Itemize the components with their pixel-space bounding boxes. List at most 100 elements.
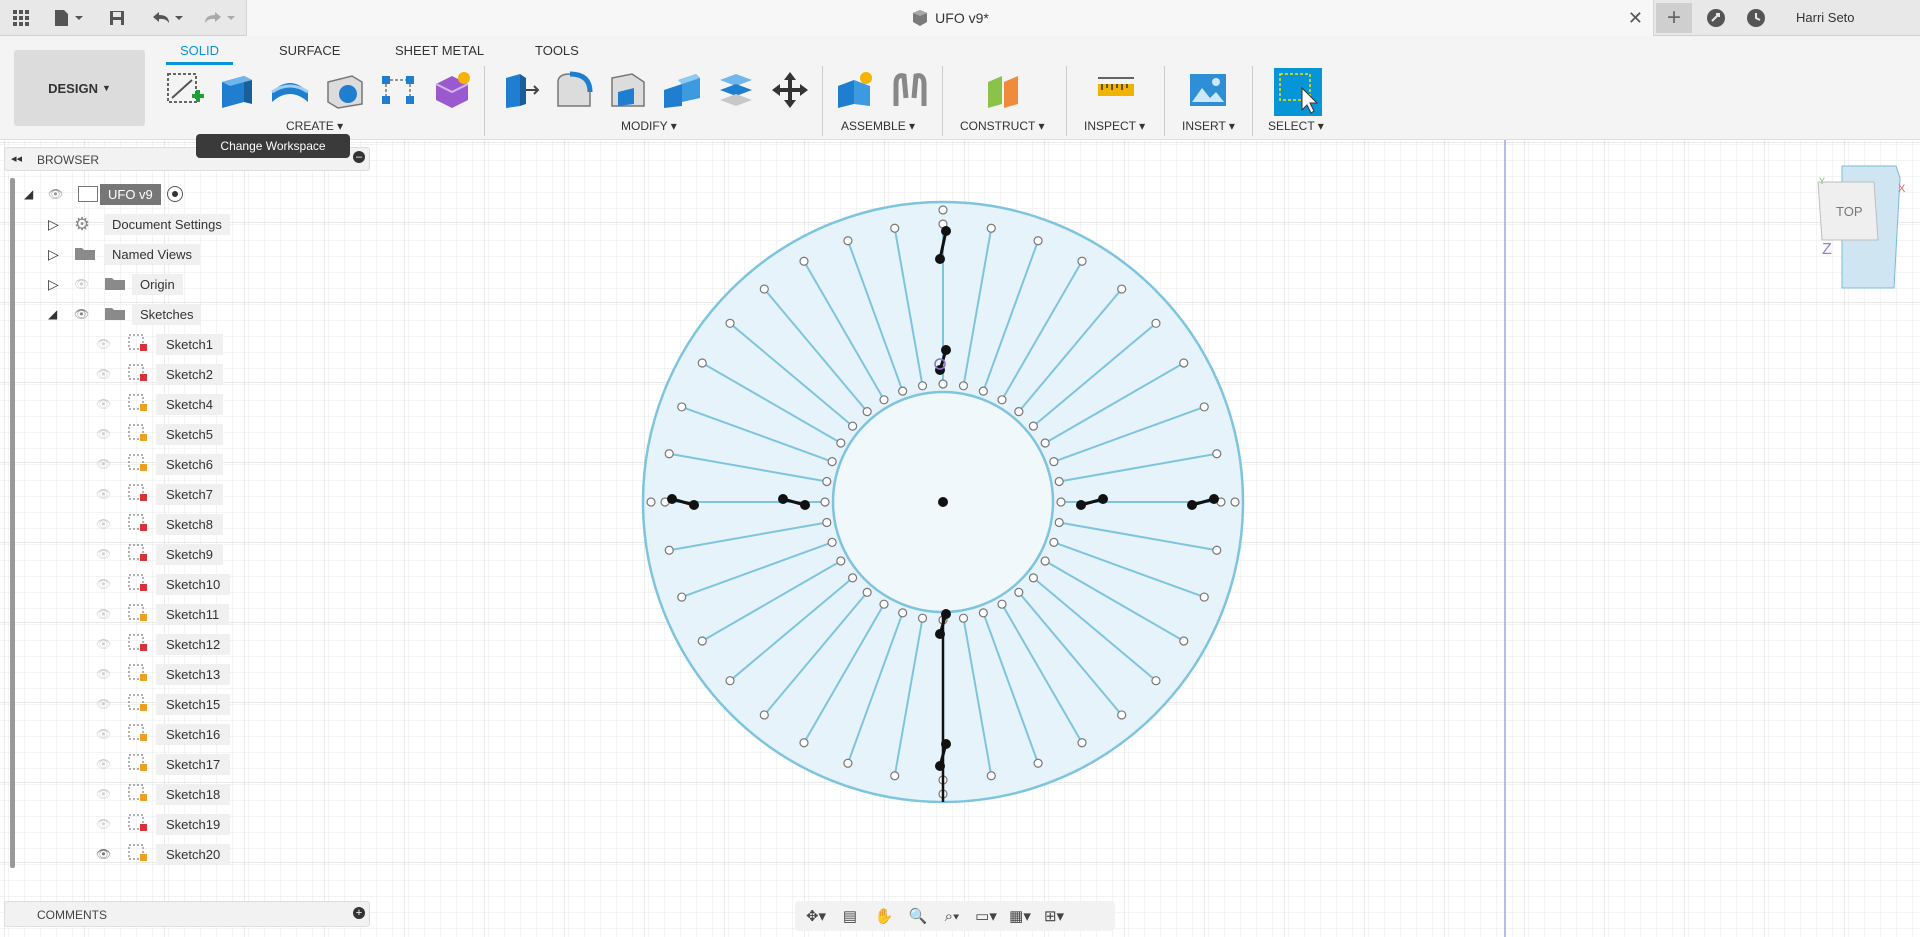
hidden-eye-icon[interactable]: 👁 bbox=[96, 427, 126, 441]
hidden-eye-icon[interactable]: 👁 bbox=[96, 397, 126, 411]
hidden-eye-icon[interactable]: 👁 bbox=[96, 337, 126, 351]
sketch-item-sketch12[interactable]: 👁 Sketch12 bbox=[96, 632, 231, 656]
document-tab[interactable]: UFO v9* ✕ bbox=[246, 0, 1654, 36]
hidden-eye-icon[interactable]: 👁 bbox=[96, 517, 126, 531]
collapse-left-icon[interactable]: ◂◂ bbox=[11, 152, 22, 165]
collapse-triangle-icon[interactable]: ◢ bbox=[24, 187, 48, 201]
sketch-item-sketch19[interactable]: 👁 Sketch19 bbox=[96, 812, 231, 836]
tab-sheet-metal[interactable]: SHEET METAL bbox=[395, 43, 484, 58]
hidden-eye-icon[interactable]: 👁 bbox=[96, 607, 126, 621]
close-tab-icon[interactable]: ✕ bbox=[1628, 8, 1643, 29]
sketch-item-sketch8[interactable]: 👁 Sketch8 bbox=[96, 512, 223, 536]
hidden-eye-icon[interactable]: 👁 bbox=[74, 277, 104, 291]
look-at-icon[interactable]: ▤ bbox=[835, 904, 865, 928]
hole-icon[interactable] bbox=[322, 68, 366, 112]
sketch-item-sketch16[interactable]: 👁 Sketch16 bbox=[96, 722, 231, 746]
pan-icon[interactable]: ✋ bbox=[869, 904, 899, 928]
tab-solid[interactable]: SOLID bbox=[180, 43, 219, 58]
sketch-item-sketch1[interactable]: 👁 Sketch1 bbox=[96, 332, 223, 356]
tree-item-sketches[interactable]: ◢ 👁 Sketches bbox=[48, 302, 202, 326]
hidden-eye-icon[interactable]: 👁 bbox=[96, 697, 126, 711]
new-component-icon[interactable] bbox=[834, 68, 878, 112]
view-cube[interactable]: Y X Z TOP bbox=[1808, 160, 1918, 310]
comments-panel[interactable]: COMMENTS + bbox=[4, 901, 370, 927]
tab-tools[interactable]: TOOLS bbox=[535, 43, 579, 58]
hidden-eye-icon[interactable]: 👁 bbox=[96, 817, 126, 831]
hidden-eye-icon[interactable]: 👁 bbox=[96, 547, 126, 561]
hidden-eye-icon[interactable]: 👁 bbox=[96, 787, 126, 801]
browser-options-icon[interactable]: – bbox=[353, 151, 365, 163]
undo-icon[interactable] bbox=[146, 4, 186, 32]
insert-image-icon[interactable] bbox=[1186, 68, 1230, 112]
file-icon[interactable] bbox=[48, 4, 88, 32]
viewcube-top-face[interactable]: TOP bbox=[1836, 204, 1863, 219]
chamfer-icon[interactable] bbox=[606, 68, 650, 112]
redo-icon[interactable] bbox=[198, 4, 238, 32]
hidden-eye-icon[interactable]: 👁 bbox=[96, 667, 126, 681]
expand-triangle-icon[interactable]: ▷ bbox=[48, 246, 74, 263]
inspect-menu[interactable]: INSPECT ▾ bbox=[1084, 119, 1145, 133]
select-menu[interactable]: SELECT ▾ bbox=[1268, 119, 1324, 133]
revolve-icon[interactable] bbox=[268, 68, 312, 112]
create-menu[interactable]: CREATE ▾ bbox=[286, 119, 343, 133]
grid-settings-icon[interactable]: ▦▾ bbox=[1005, 904, 1035, 928]
display-settings-icon[interactable]: ▭▾ bbox=[971, 904, 1001, 928]
expand-triangle-icon[interactable]: ▷ bbox=[48, 276, 74, 293]
hidden-eye-icon[interactable]: 👁 bbox=[96, 577, 126, 591]
sketch-item-sketch6[interactable]: 👁 Sketch6 bbox=[96, 452, 223, 476]
hidden-eye-icon[interactable]: 👁 bbox=[96, 727, 126, 741]
assemble-menu[interactable]: ASSEMBLE ▾ bbox=[841, 119, 915, 133]
sketch-profile[interactable] bbox=[641, 200, 1245, 804]
extrude-icon[interactable] bbox=[214, 68, 258, 112]
modify-menu[interactable]: MODIFY ▾ bbox=[621, 119, 677, 133]
apps-grid-icon[interactable] bbox=[8, 4, 34, 32]
sketch-item-sketch17[interactable]: 👁 Sketch17 bbox=[96, 752, 231, 776]
expand-triangle-icon[interactable]: ▷ bbox=[48, 216, 74, 233]
zoom-icon[interactable]: 🔍 bbox=[903, 904, 933, 928]
shell-icon[interactable] bbox=[660, 68, 704, 112]
fit-icon[interactable]: ⌕▾ bbox=[937, 904, 967, 928]
tree-item-origin[interactable]: ▷ 👁 Origin bbox=[48, 272, 183, 296]
workspace-switcher-button[interactable]: DESIGN ▼ bbox=[14, 50, 145, 126]
move-copy-icon[interactable] bbox=[768, 68, 812, 112]
joint-icon[interactable] bbox=[888, 68, 932, 112]
sketch-item-sketch10[interactable]: 👁 Sketch10 bbox=[96, 572, 231, 596]
visibility-eye-icon[interactable]: 👁 bbox=[74, 307, 104, 321]
insert-menu[interactable]: INSERT ▾ bbox=[1182, 119, 1235, 133]
new-tab-icon[interactable]: + bbox=[1656, 3, 1692, 33]
tree-root[interactable]: ◢ 👁 UFO v9 bbox=[24, 182, 183, 206]
hidden-eye-icon[interactable]: 👁 bbox=[96, 487, 126, 501]
sketch-item-sketch11[interactable]: 👁 Sketch11 bbox=[96, 602, 230, 626]
clock-icon[interactable] bbox=[1742, 4, 1770, 32]
collapse-triangle-icon[interactable]: ◢ bbox=[48, 307, 74, 321]
browser-scrollbar[interactable] bbox=[10, 178, 15, 868]
sketch-item-sketch5[interactable]: 👁 Sketch5 bbox=[96, 422, 223, 446]
save-icon[interactable] bbox=[104, 4, 130, 32]
fillet-icon[interactable] bbox=[552, 68, 596, 112]
offset-plane-icon[interactable] bbox=[982, 68, 1026, 112]
hidden-eye-icon[interactable]: 👁 bbox=[96, 367, 126, 381]
hidden-eye-icon[interactable]: 👁 bbox=[96, 637, 126, 651]
pattern-icon[interactable] bbox=[376, 68, 420, 112]
orbit-icon[interactable]: ✥▾ bbox=[801, 904, 831, 928]
add-comment-icon[interactable]: + bbox=[353, 907, 365, 919]
combine-icon[interactable] bbox=[714, 68, 758, 112]
sketch-item-sketch7[interactable]: 👁 Sketch7 bbox=[96, 482, 223, 506]
sketch-item-sketch4[interactable]: 👁 Sketch4 bbox=[96, 392, 223, 416]
visibility-eye-icon[interactable]: 👁 bbox=[96, 847, 126, 861]
measure-icon[interactable] bbox=[1094, 68, 1138, 112]
sketch-item-sketch18[interactable]: 👁 Sketch18 bbox=[96, 782, 231, 806]
job-status-icon[interactable] bbox=[1702, 4, 1730, 32]
root-component-name[interactable]: UFO v9 bbox=[100, 183, 161, 205]
press-pull-icon[interactable] bbox=[498, 68, 542, 112]
sketch-item-sketch9[interactable]: 👁 Sketch9 bbox=[96, 542, 223, 566]
design-canvas[interactable] bbox=[0, 140, 1920, 937]
hidden-eye-icon[interactable]: 👁 bbox=[96, 757, 126, 771]
sketch-item-sketch20[interactable]: 👁 Sketch20 bbox=[96, 842, 231, 866]
tree-item-document-settings[interactable]: ▷ ⚙ Document Settings bbox=[48, 212, 230, 236]
user-name[interactable]: Harri Seto bbox=[1796, 10, 1855, 25]
activate-radio-icon[interactable] bbox=[166, 186, 183, 202]
create-form-icon[interactable] bbox=[430, 68, 474, 112]
create-sketch-icon[interactable] bbox=[162, 68, 206, 112]
select-icon[interactable] bbox=[1274, 68, 1322, 116]
